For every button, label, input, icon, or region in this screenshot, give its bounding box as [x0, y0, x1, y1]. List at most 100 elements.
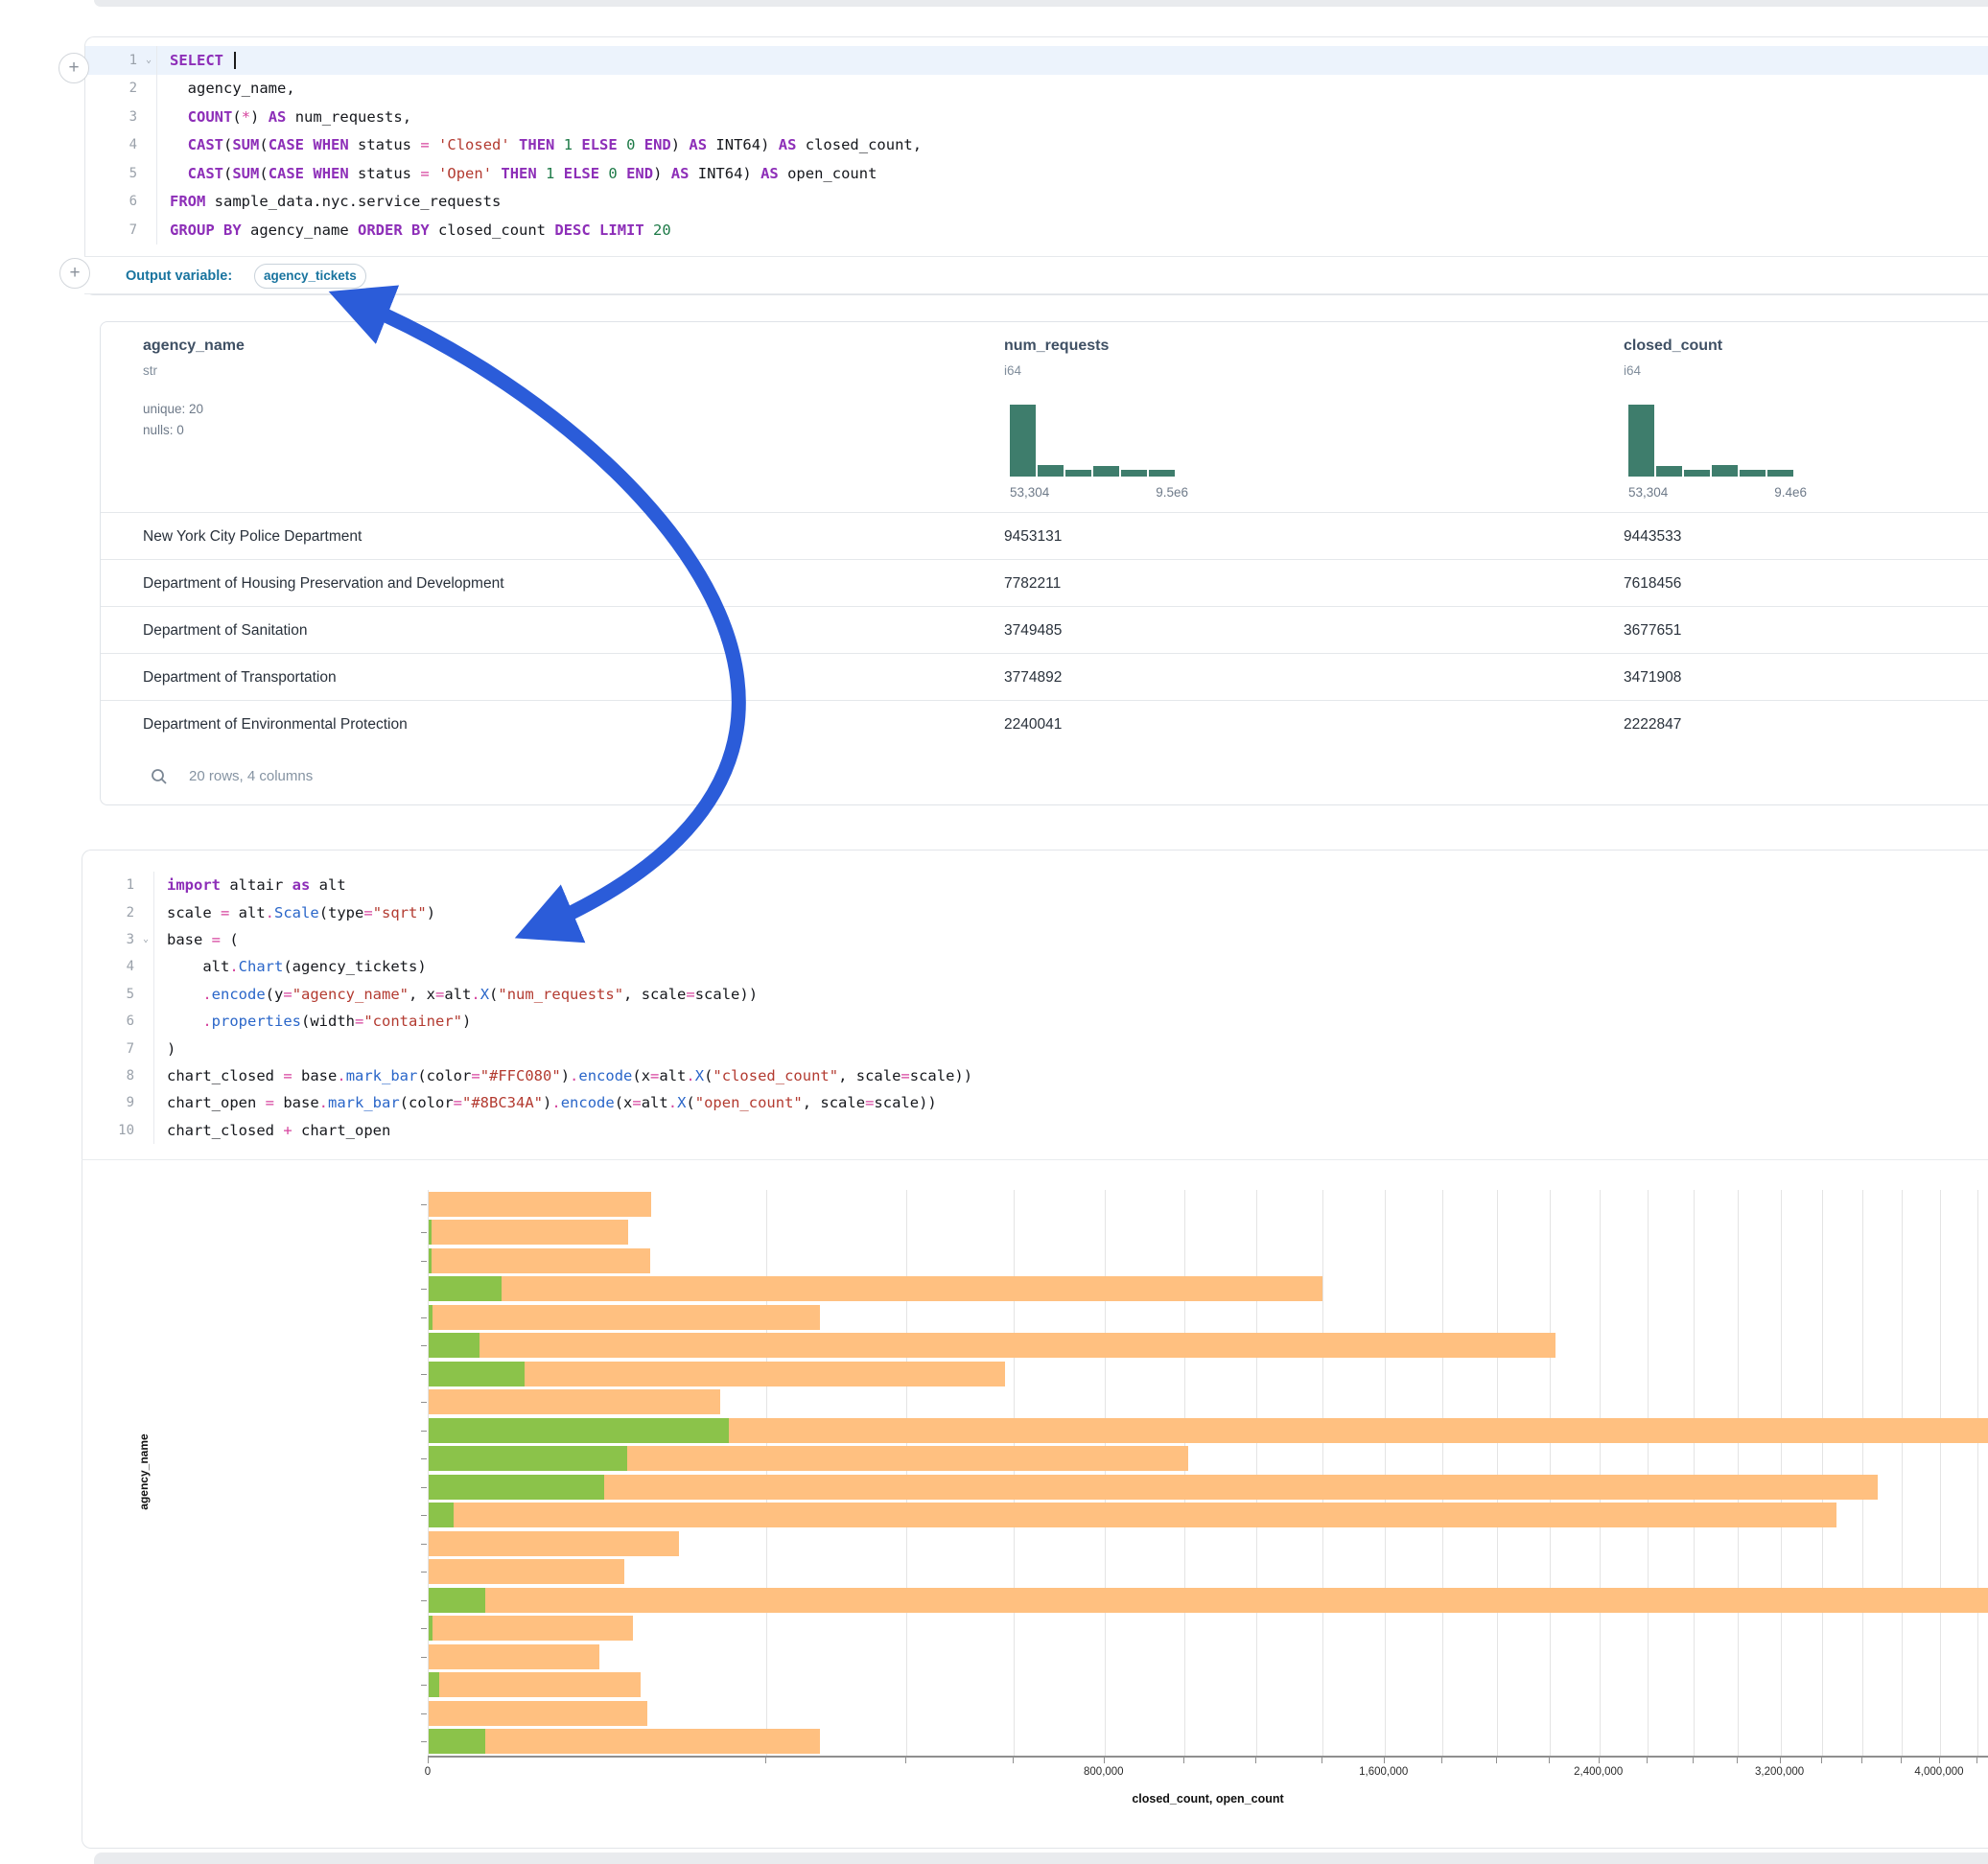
code-line-2[interactable]: 2scale = alt.Scale(type="sqrt")	[82, 898, 1988, 925]
y-tick-mark	[421, 1232, 427, 1233]
sql-code-editor[interactable]: 1⌄SELECT 2 agency_name,3 COUNT(*) AS num…	[85, 46, 1988, 245]
histogram-num-requests[interactable]	[1010, 405, 1175, 477]
python-code-editor[interactable]: 1import altair as alt2scale = alt.Scale(…	[82, 872, 1988, 1144]
table-cell: 2240041	[1004, 701, 1062, 748]
closed-count-bar[interactable]	[429, 1672, 641, 1697]
add-cell-button-middle[interactable]: +	[59, 258, 90, 289]
closed-count-bar[interactable]	[429, 1389, 720, 1414]
x-tick-mark	[905, 1758, 906, 1763]
code-line-7[interactable]: 7)	[82, 1035, 1988, 1061]
table-cell: Department of Environmental Protection	[143, 701, 408, 748]
table-cell: 9453131	[1004, 513, 1062, 560]
collapsed-cell-below	[94, 1852, 1988, 1864]
gridline	[1184, 1190, 1185, 1756]
gridline	[1781, 1190, 1782, 1756]
closed-count-bar[interactable]	[429, 1333, 1555, 1358]
histogram-labels-closed-count: 53,304 9.4e6	[1628, 485, 1807, 500]
x-tick-mark	[1780, 1758, 1781, 1763]
closed-count-bar[interactable]	[429, 1248, 650, 1273]
line-number: 1	[85, 53, 141, 68]
closed-count-bar[interactable]	[429, 1616, 633, 1641]
closed-count-bar[interactable]	[429, 1701, 647, 1726]
table-row[interactable]: Department of Housing Preservation and D…	[101, 559, 1988, 606]
collapsed-cell-above	[94, 0, 1988, 7]
open-count-bar[interactable]	[429, 1418, 729, 1443]
gridline	[1940, 1190, 1941, 1756]
open-count-bar[interactable]	[429, 1220, 432, 1245]
open-count-bar[interactable]	[429, 1475, 604, 1500]
closed-count-bar[interactable]	[429, 1220, 628, 1245]
open-count-bar[interactable]	[429, 1305, 433, 1330]
x-tick-mark	[1693, 1758, 1694, 1763]
table-cell: Department of Transportation	[143, 654, 337, 701]
column-header-closed-count[interactable]: closed_count	[1624, 338, 1722, 355]
table-cell: 7782211	[1004, 560, 1061, 607]
closed-count-bar[interactable]	[429, 1503, 1836, 1527]
x-tick-mark	[1384, 1758, 1385, 1763]
open-count-bar[interactable]	[429, 1672, 439, 1697]
open-count-bar[interactable]	[429, 1503, 454, 1527]
closed-count-bar[interactable]	[429, 1644, 599, 1669]
closed-count-bar[interactable]	[429, 1475, 1878, 1500]
code-line-4[interactable]: 4 alt.Chart(agency_tickets)	[82, 953, 1988, 980]
x-axis-title: closed_count, open_count	[428, 1792, 1988, 1806]
x-tick-label: 800,000	[1084, 1766, 1124, 1778]
code-line-1[interactable]: 1import altair as alt	[82, 872, 1988, 898]
table-row[interactable]: Department of Sanitation37494853677651	[101, 606, 1988, 653]
closed-count-bar[interactable]	[429, 1276, 1322, 1301]
chart-plot-area[interactable]	[428, 1190, 1988, 1756]
open-count-bar[interactable]	[429, 1248, 432, 1273]
x-tick-mark	[1647, 1758, 1648, 1763]
code-line-7[interactable]: 7GROUP BY agency_name ORDER BY closed_co…	[85, 216, 1988, 245]
table-row[interactable]: New York City Police Department945313194…	[101, 512, 1988, 559]
open-count-bar[interactable]	[429, 1729, 485, 1754]
table-row[interactable]: Department of Transportation377489234719…	[101, 653, 1988, 700]
code-line-3[interactable]: 3 COUNT(*) AS num_requests,	[85, 103, 1988, 131]
table-row[interactable]: Department of Environmental Protection 22…	[101, 700, 1988, 747]
code-line-9[interactable]: 9chart_open = base.mark_bar(color="#8BC3…	[82, 1089, 1988, 1116]
code-line-4[interactable]: 4 CAST(SUM(CASE WHEN status = 'Closed' T…	[85, 131, 1988, 160]
code-line-6[interactable]: 6FROM sample_data.nyc.service_requests	[85, 188, 1988, 217]
open-count-bar[interactable]	[429, 1276, 502, 1301]
code-line-10[interactable]: 10chart_closed + chart_open	[82, 1117, 1988, 1144]
code-line-2[interactable]: 2 agency_name,	[85, 75, 1988, 104]
closed-count-bar[interactable]	[429, 1531, 679, 1556]
code-line-1[interactable]: 1⌄SELECT	[85, 46, 1988, 75]
line-number: 6	[82, 1014, 138, 1029]
y-tick-mark	[421, 1431, 427, 1432]
gridline	[1738, 1190, 1739, 1756]
table-footer: 20 rows, 4 columns	[101, 747, 1988, 805]
open-count-bar[interactable]	[429, 1333, 479, 1358]
code-line-5[interactable]: 5 CAST(SUM(CASE WHEN status = 'Open' THE…	[85, 159, 1988, 188]
open-count-bar[interactable]	[429, 1588, 485, 1613]
open-count-bar[interactable]	[429, 1362, 525, 1386]
y-tick-mark	[421, 1487, 427, 1488]
closed-count-bar[interactable]	[429, 1588, 1988, 1613]
x-tick-mark	[1901, 1758, 1902, 1763]
code-text: SELECT	[156, 46, 1988, 75]
closed-count-bar[interactable]	[429, 1305, 820, 1330]
column-header-agency-name[interactable]: agency_name	[143, 338, 245, 355]
gridline	[1648, 1190, 1649, 1756]
code-line-6[interactable]: 6 .properties(width="container")	[82, 1008, 1988, 1035]
fold-chevron-icon[interactable]: ⌄	[138, 934, 153, 944]
open-count-bar[interactable]	[429, 1446, 627, 1471]
search-icon[interactable]	[151, 768, 168, 785]
closed-count-bar[interactable]	[429, 1192, 651, 1217]
code-line-3[interactable]: 3⌄base = (	[82, 926, 1988, 953]
fold-chevron-icon[interactable]: ⌄	[141, 55, 156, 65]
x-tick-mark	[1321, 1758, 1322, 1763]
code-text: CAST(SUM(CASE WHEN status = 'Closed' THE…	[156, 131, 1988, 160]
closed-count-bar[interactable]	[429, 1729, 820, 1754]
add-cell-button-top[interactable]: +	[58, 53, 89, 83]
output-variable-pill[interactable]: agency_tickets	[254, 264, 366, 289]
table-cell: Department of Sanitation	[143, 607, 307, 654]
histogram-closed-count[interactable]	[1628, 405, 1793, 477]
code-line-5[interactable]: 5 .encode(y="agency_name", x=alt.X("num_…	[82, 981, 1988, 1008]
code-line-8[interactable]: 8chart_closed = base.mark_bar(color="#FF…	[82, 1062, 1988, 1089]
column-header-num-requests[interactable]: num_requests	[1004, 338, 1109, 355]
open-count-bar[interactable]	[429, 1616, 433, 1641]
closed-count-bar[interactable]	[429, 1559, 624, 1584]
x-tick-mark	[1496, 1758, 1497, 1763]
x-axis-line	[428, 1756, 1988, 1758]
